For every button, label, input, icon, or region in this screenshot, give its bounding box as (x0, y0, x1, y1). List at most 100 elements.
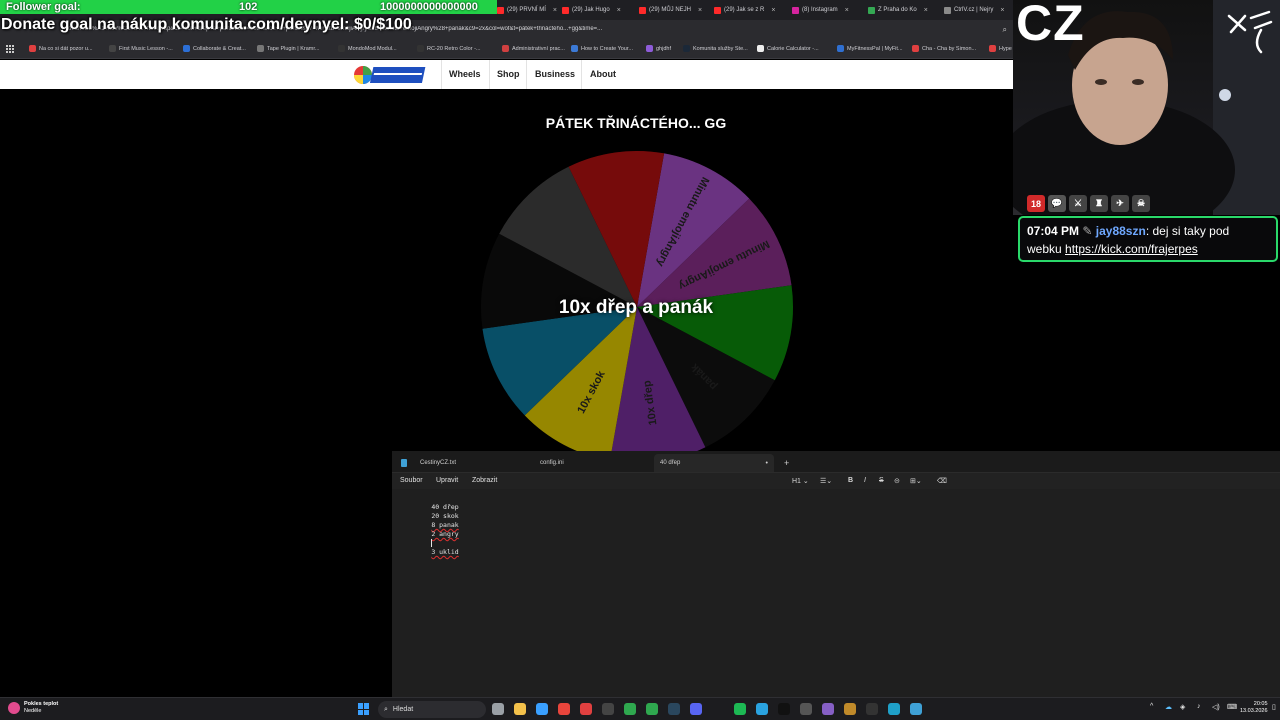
strikethrough-icon[interactable]: S (879, 477, 884, 484)
clear-format-icon[interactable]: ⌫ (937, 477, 947, 485)
close-icon[interactable]: × (617, 7, 621, 14)
browser-tab[interactable]: (29) PRVNÍ MÍ × (497, 2, 557, 18)
pen-icon[interactable] (844, 703, 856, 715)
app-green-icon[interactable] (624, 703, 636, 715)
cloud-icon[interactable]: ☁ (1165, 703, 1172, 711)
close-icon[interactable]: × (698, 7, 702, 14)
weather-widget[interactable]: Pokles teplot Neděle (8, 701, 58, 715)
line-text: 40 dřep (431, 503, 459, 511)
italic-icon[interactable]: I (864, 477, 866, 484)
telegram-icon[interactable] (756, 703, 768, 715)
apps-grid-icon[interactable] (6, 45, 14, 53)
capcut-icon[interactable] (778, 703, 790, 715)
browser-tab[interactable]: CtrlV.cz | Nejry × (944, 2, 1004, 18)
tab-favicon-icon (792, 6, 799, 14)
volume-icon[interactable]: ◁) (1212, 703, 1220, 711)
bookmark-label: How to Create Your... (581, 45, 633, 52)
bookmark-item[interactable]: MondoMod Modul... (338, 45, 397, 52)
close-icon[interactable]: × (771, 7, 775, 14)
close-icon[interactable]: × (1000, 7, 1004, 14)
bookmark-item[interactable]: Tape Plugin | Kramr... (257, 45, 319, 52)
browser-tab[interactable]: (29) Jak se z R × (714, 2, 775, 18)
tray-chevron-icon[interactable]: ^ (1150, 703, 1153, 710)
bookmark-item[interactable]: Cha - Cha by Simon... (912, 45, 976, 52)
bookmark-item[interactable]: Hype (989, 45, 1012, 52)
table-icon[interactable]: ⊞⌄ (910, 477, 922, 485)
browser-tab[interactable]: Z Praha do Ko × (868, 2, 928, 18)
close-icon[interactable]: × (553, 7, 557, 14)
shield-icon[interactable]: ◈ (1180, 703, 1185, 711)
menu-edit[interactable]: Upravit (436, 477, 458, 484)
chat-link[interactable]: https://kick.com/frajerpes (1065, 242, 1198, 256)
bookmark-item[interactable]: Collaborate & Creat... (183, 45, 246, 52)
xbox-icon[interactable] (646, 703, 658, 715)
bookmark-item[interactable]: MyFitnessPal | MyFit... (837, 45, 903, 52)
wheel-decide-logo[interactable] (352, 64, 428, 86)
menu-file[interactable]: Soubor (400, 477, 423, 484)
browser-tab[interactable]: (29) Jak Hugo × (562, 2, 621, 18)
browser-tab[interactable]: (29) MŮJ NEJH × (639, 2, 702, 18)
clock-date: 13.03.2026 (1240, 708, 1268, 714)
notepad-icon[interactable] (910, 703, 922, 715)
clock[interactable]: 20:05 13.03.2026 (1240, 701, 1268, 715)
search-icon[interactable]: ⌕ (1003, 25, 1007, 35)
bookmark-favicon-icon (757, 45, 764, 52)
bookmark-item[interactable]: Na co si dát pozor u... (29, 45, 93, 52)
nav-about[interactable]: About (590, 69, 616, 79)
app-red-icon[interactable] (580, 703, 592, 715)
steam-icon[interactable] (668, 703, 680, 715)
notepad-menu-bar: Soubor Upravit Zobrazit H1 ⌄ ☰⌄ B I S ⊝ … (392, 473, 1280, 489)
bookmark-label: Hype (999, 45, 1012, 52)
bookmark-favicon-icon (183, 45, 190, 52)
bookmark-item[interactable]: RC-20 Retro Color -... (417, 45, 481, 52)
bookmark-item[interactable]: Administrativní prac... (502, 45, 565, 52)
user-badge-icon: ✎ (1082, 224, 1093, 238)
browser-tab[interactable]: (8) Instagram × (792, 2, 849, 18)
chat-line: webku https://kick.com/frajerpes (1027, 242, 1198, 256)
nav-shop[interactable]: Shop (497, 69, 520, 79)
notification-icon[interactable]: ▯ (1272, 703, 1276, 711)
app-dark-icon[interactable] (602, 703, 614, 715)
bookmark-label: First Music Lesson -... (119, 45, 173, 52)
bold-icon[interactable]: B (848, 477, 853, 484)
vs-icon[interactable] (822, 703, 834, 715)
chrome-icon[interactable] (558, 703, 570, 715)
notepad-editor[interactable]: 40 dřep 20 skok 8 panak 2 angry 3 uklid (400, 494, 459, 556)
tab-favicon-icon (562, 6, 569, 14)
bookmark-item[interactable]: How to Create Your... (571, 45, 633, 52)
notepad-tab-bar: CestinyCZ.txt config.ini 40 dřep • + (392, 451, 1280, 473)
notepad-tab-cestiny[interactable]: CestinyCZ.txt (414, 454, 462, 472)
store-icon[interactable] (536, 703, 548, 715)
new-tab-plus-icon[interactable]: + (778, 454, 795, 472)
spotify-icon[interactable] (734, 703, 746, 715)
link-icon[interactable]: ⊝ (894, 477, 900, 485)
tab-label: (29) Jak Hugo (572, 7, 610, 13)
menu-view[interactable]: Zobrazit (472, 477, 497, 484)
notepad-tab-config[interactable]: config.ini (534, 454, 570, 472)
bookmark-item[interactable]: Calorie Calculator -... (757, 45, 819, 52)
list-icon[interactable]: ☰⌄ (820, 477, 832, 485)
edge-icon[interactable] (888, 703, 900, 715)
notepad-app-icon (401, 459, 407, 467)
nav-wheels[interactable]: Wheels (449, 69, 481, 79)
start-icon[interactable] (358, 703, 370, 715)
close-icon[interactable]: × (845, 7, 849, 14)
notepad-tab-active[interactable]: 40 dřep • (654, 454, 774, 472)
file-explorer-icon[interactable] (514, 703, 526, 715)
bookmark-item[interactable]: Komunita služby Ste... (683, 45, 748, 52)
task-view-icon[interactable] (492, 703, 504, 715)
chat-message: : dej si taky pod (1145, 224, 1230, 238)
mic-icon[interactable]: ♪ (1197, 703, 1201, 710)
close-icon[interactable]: × (924, 7, 928, 14)
unsaved-dot-icon[interactable]: • (766, 460, 768, 467)
settings-icon[interactable] (800, 703, 812, 715)
heading-dropdown[interactable]: H1 ⌄ (792, 477, 809, 485)
bookmark-item[interactable]: ghjdhf (646, 45, 671, 52)
media-icon[interactable] (866, 703, 878, 715)
bookmark-item[interactable]: First Music Lesson -... (109, 45, 173, 52)
taskbar-search[interactable]: ⌕ Hledat (378, 701, 486, 718)
chat-username[interactable]: jay88szn (1096, 224, 1146, 238)
nav-business[interactable]: Business (535, 69, 575, 79)
language-icon[interactable]: ⌨ (1227, 703, 1237, 711)
discord-icon[interactable] (690, 703, 702, 715)
